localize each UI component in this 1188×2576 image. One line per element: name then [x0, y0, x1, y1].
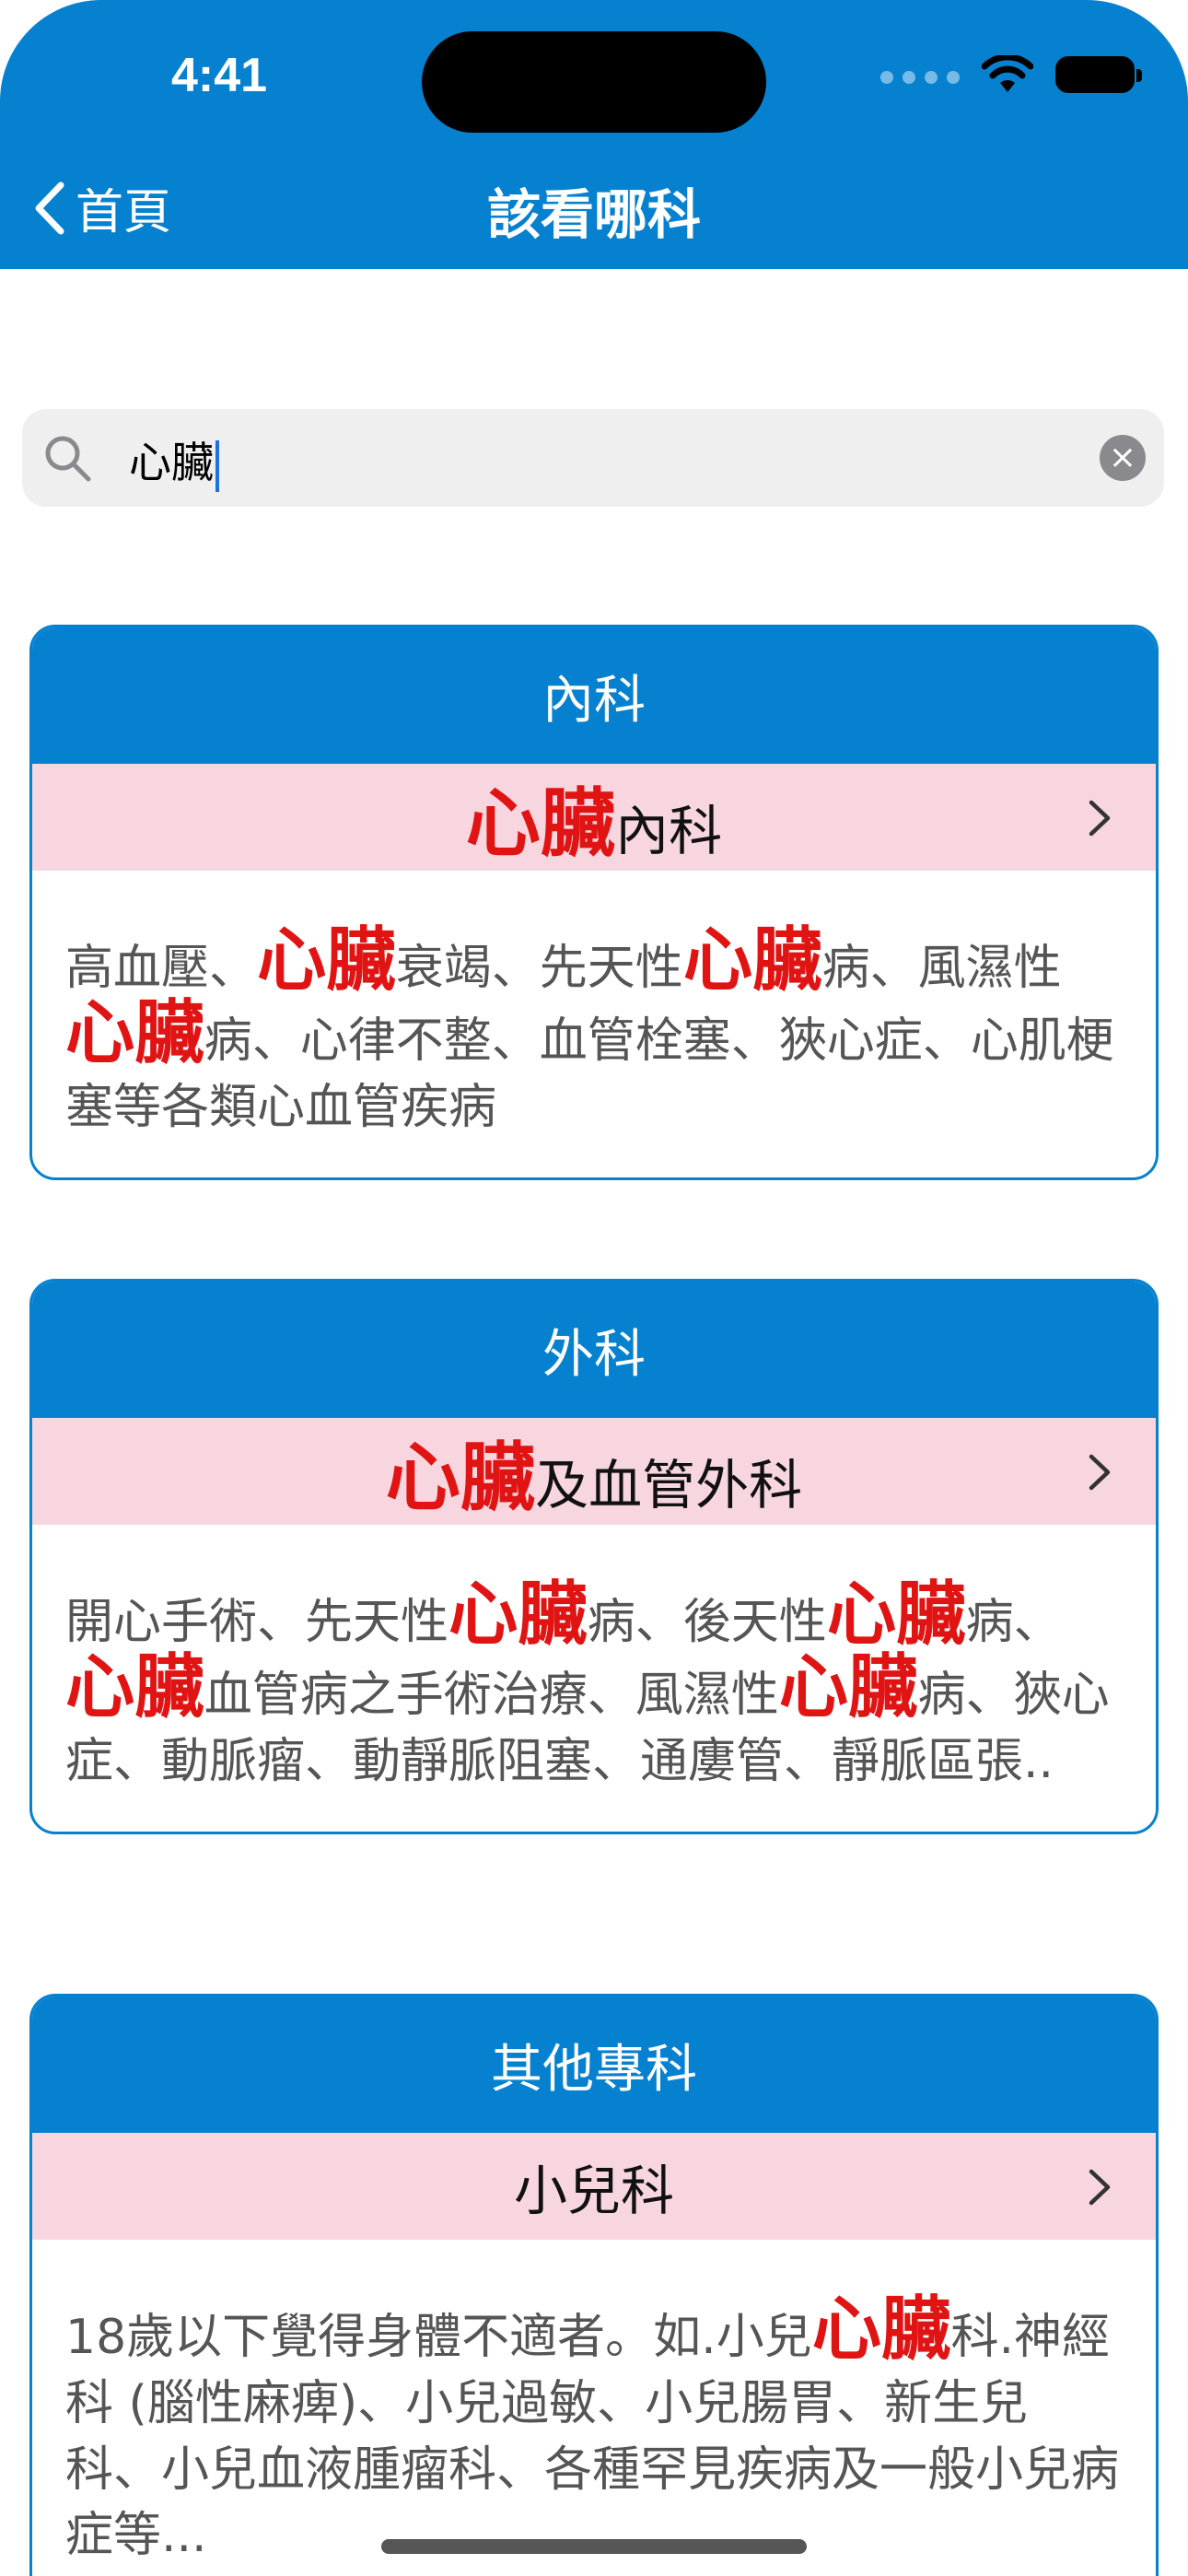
- highlight-term: 心臟: [811, 2289, 951, 2370]
- highlight-term: 心臟: [465, 780, 616, 868]
- department-name: 小兒科: [513, 2160, 674, 2222]
- highlight-term: 心臟: [65, 1645, 204, 1727]
- wifi-icon: [982, 55, 1033, 92]
- highlight-term: 心臟: [448, 1574, 588, 1655]
- close-icon: ×: [1108, 439, 1137, 476]
- category-header: 其他專科: [32, 1996, 1156, 2133]
- highlight-term: 心臟: [385, 1434, 536, 1522]
- home-indicator[interactable]: [381, 2539, 807, 2554]
- department-row[interactable]: 小兒科: [32, 2133, 1156, 2240]
- chevron-right-icon: [1089, 1454, 1111, 1491]
- chevron-right-icon: [1089, 2169, 1111, 2206]
- highlight-term: 心臟: [682, 919, 822, 1001]
- header-bar: 4:41 首頁 該看哪科: [0, 0, 1188, 269]
- department-row[interactable]: 心臟及血管外科: [32, 1418, 1156, 1525]
- department-name-rest: 及血管外科: [535, 1453, 803, 1516]
- page-title: 該看哪科: [486, 183, 701, 246]
- category-card-other: 其他專科 小兒科 18歲以下覺得身體不適者。如.小兒心臟科.神經科 (腦性麻痺)…: [29, 1994, 1159, 2576]
- department-row[interactable]: 心臟內科: [32, 764, 1156, 871]
- department-name-rest: 內科: [615, 799, 723, 862]
- chevron-right-icon: [1089, 800, 1111, 837]
- search-icon: [45, 436, 91, 482]
- department-name: 心臟及血管外科: [386, 1418, 802, 1526]
- clear-search-button[interactable]: ×: [1100, 435, 1146, 481]
- dynamic-island: [422, 31, 766, 133]
- category-header: 外科: [32, 1282, 1156, 1418]
- status-time: 4:41: [171, 49, 268, 102]
- highlight-term: 心臟: [257, 919, 396, 1001]
- status-icons: [880, 55, 1142, 94]
- highlight-term: 心臟: [778, 1645, 918, 1727]
- highlight-term: 心臟: [826, 1574, 966, 1655]
- highlight-term: 心臟: [65, 991, 204, 1073]
- department-description: 開心手術、先天性心臟病、後天性心臟病、心臟血管病之手術治療、風濕性心臟病、狹心症…: [65, 1574, 1110, 1789]
- signal-dots-icon: [880, 71, 960, 84]
- category-header: 內科: [32, 627, 1156, 764]
- category-card-surgery: 外科 心臟及血管外科 開心手術、先天性心臟病、後天性心臟病、心臟血管病之手術治療…: [29, 1279, 1159, 1835]
- department-description: 高血壓、心臟衰竭、先天性心臟病、風濕性心臟病、心律不整、血管栓塞、狹心症、心肌梗…: [65, 919, 1114, 1135]
- search-input[interactable]: 心臟: [129, 429, 219, 492]
- department-description: 18歲以下覺得身體不適者。如.小兒心臟科.神經科 (腦性麻痺)、小兒過敏、小兒腸…: [65, 2289, 1120, 2564]
- search-input-value: 心臟: [129, 438, 214, 487]
- department-name: 心臟內科: [466, 764, 722, 872]
- search-bar[interactable]: 心臟 ×: [22, 409, 1164, 507]
- category-card-internal: 內科 心臟內科 高血壓、心臟衰竭、先天性心臟病、風濕性心臟病、心律不整、血管栓塞…: [29, 625, 1159, 1181]
- text-caret: [215, 439, 219, 492]
- battery-icon: [1055, 56, 1142, 93]
